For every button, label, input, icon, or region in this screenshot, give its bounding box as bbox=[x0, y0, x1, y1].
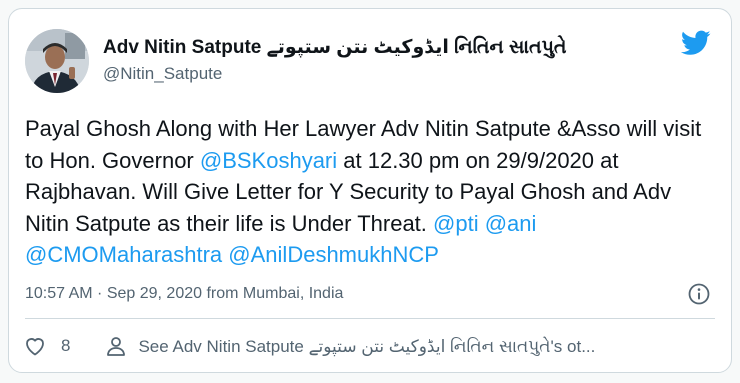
mention-anildeshmukhncp[interactable]: @AnilDeshmukhNCP bbox=[228, 242, 439, 267]
see-more-tweets-link[interactable]: See Adv Nitin Satpute ایڈوکیٹ نتن ستپوتے… bbox=[104, 334, 595, 358]
divider bbox=[25, 318, 715, 319]
like-count: 8 bbox=[61, 336, 71, 355]
mention-ani[interactable]: @ani bbox=[485, 211, 537, 236]
heart-icon bbox=[26, 338, 44, 356]
tweet-text: Payal Ghosh Along with Her Lawyer Adv Ni… bbox=[25, 113, 715, 271]
tweet-card: Adv Nitin Satpute ایڈوکیٹ نتن ستپوتے નિત… bbox=[8, 8, 732, 373]
mention-bskoshyari[interactable]: @BSKoshyari bbox=[200, 148, 337, 173]
info-icon[interactable] bbox=[687, 282, 711, 306]
author-display-name[interactable]: Adv Nitin Satpute ایڈوکیٹ نتن ستپوتے નિત… bbox=[103, 36, 567, 59]
mention-cmomaharashtra[interactable]: @CMOMaharashtra bbox=[25, 242, 222, 267]
avatar-image bbox=[25, 29, 89, 93]
twitter-bird-icon[interactable] bbox=[681, 30, 711, 56]
mention-pti[interactable]: @pti bbox=[433, 211, 479, 236]
tweet-timestamp[interactable]: 10:57 AM · Sep 29, 2020 from Mumbai, Ind… bbox=[25, 285, 343, 303]
see-more-label: See Adv Nitin Satpute ایڈوکیٹ نتن ستپوتے… bbox=[138, 336, 596, 356]
author-handle[interactable]: @Nitin_Satpute bbox=[103, 64, 222, 84]
like-button[interactable]: 8 bbox=[23, 334, 70, 358]
avatar[interactable] bbox=[25, 29, 89, 93]
tweet-actions: 8 See Adv Nitin Satpute ایڈوکیٹ نتن ستپو… bbox=[23, 333, 595, 359]
person-icon bbox=[107, 337, 126, 356]
